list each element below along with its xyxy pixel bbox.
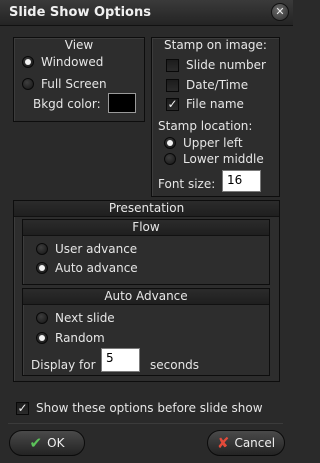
full-screen-label: Full Screen <box>41 77 107 91</box>
view-heading: View <box>64 38 94 52</box>
slide-number-label: Slide number <box>186 58 266 72</box>
user-advance-label: User advance <box>55 242 138 256</box>
random-label: Random <box>55 331 105 345</box>
radio-icon <box>36 332 48 344</box>
font-size-input[interactable]: 16 <box>222 170 261 192</box>
bkgd-color-swatch[interactable] <box>108 93 136 113</box>
check-icon: ✓ <box>16 400 29 415</box>
divider <box>8 423 283 424</box>
upper-left-label: Upper left <box>183 136 243 150</box>
file-name-label: File name <box>186 97 244 111</box>
window-title: Slide Show Options <box>9 5 151 20</box>
radio-icon <box>22 56 34 68</box>
radio-icon <box>36 262 48 274</box>
next-slide-label: Next slide <box>55 311 115 325</box>
font-size-label: Font size: <box>158 177 216 191</box>
show-options-label: Show these options before slide show <box>36 401 263 415</box>
lower-middle-radio[interactable]: Lower middle <box>164 152 264 166</box>
cancel-button[interactable]: ✘ Cancel <box>207 430 285 456</box>
cancel-label: Cancel <box>234 436 276 450</box>
slide-number-checkbox[interactable]: Slide number <box>166 58 266 72</box>
check-icon: ✓ <box>166 96 179 111</box>
check-icon: ✔ <box>29 434 43 452</box>
stamp-location-label: Stamp location: <box>158 119 253 133</box>
radio-icon <box>164 153 176 165</box>
checkbox-icon <box>166 58 179 72</box>
full-screen-radio[interactable]: Full Screen <box>22 77 107 91</box>
upper-left-radio[interactable]: Upper left <box>164 136 243 150</box>
display-for-label: Display for <box>31 358 96 372</box>
presentation-heading: Presentation <box>14 201 279 217</box>
cross-icon: ✘ <box>216 434 230 452</box>
radio-icon <box>36 312 48 324</box>
checkbox-icon <box>166 78 179 92</box>
display-for-input[interactable]: 5 <box>101 348 140 372</box>
radio-icon <box>164 137 176 149</box>
windowed-radio[interactable]: Windowed <box>22 55 103 69</box>
random-radio[interactable]: Random <box>36 331 105 345</box>
close-icon[interactable]: ✕ <box>271 3 289 21</box>
file-name-checkbox[interactable]: ✓ File name <box>166 97 244 111</box>
auto-advance-label: Auto advance <box>55 261 138 275</box>
windowed-label: Windowed <box>41 55 104 69</box>
date-time-label: Date/Time <box>186 78 249 92</box>
flow-heading: Flow <box>23 220 269 236</box>
next-slide-radio[interactable]: Next slide <box>36 311 115 325</box>
radio-icon <box>36 243 48 255</box>
ok-button[interactable]: ✔ OK <box>9 430 85 456</box>
lower-middle-label: Lower middle <box>183 152 264 166</box>
seconds-label: seconds <box>150 358 200 372</box>
auto-advance-heading: Auto Advance <box>23 289 269 305</box>
show-options-checkbox[interactable]: ✓ Show these options before slide show <box>16 401 263 415</box>
stamp-heading: Stamp on image: <box>164 38 267 52</box>
radio-icon <box>22 78 34 90</box>
auto-advance-radio[interactable]: Auto advance <box>36 261 138 275</box>
title-bar: Slide Show Options ✕ <box>0 0 293 26</box>
bkgd-color-label: Bkgd color: <box>33 97 101 111</box>
date-time-checkbox[interactable]: Date/Time <box>166 78 248 92</box>
ok-label: OK <box>47 436 65 450</box>
user-advance-radio[interactable]: User advance <box>36 242 137 256</box>
